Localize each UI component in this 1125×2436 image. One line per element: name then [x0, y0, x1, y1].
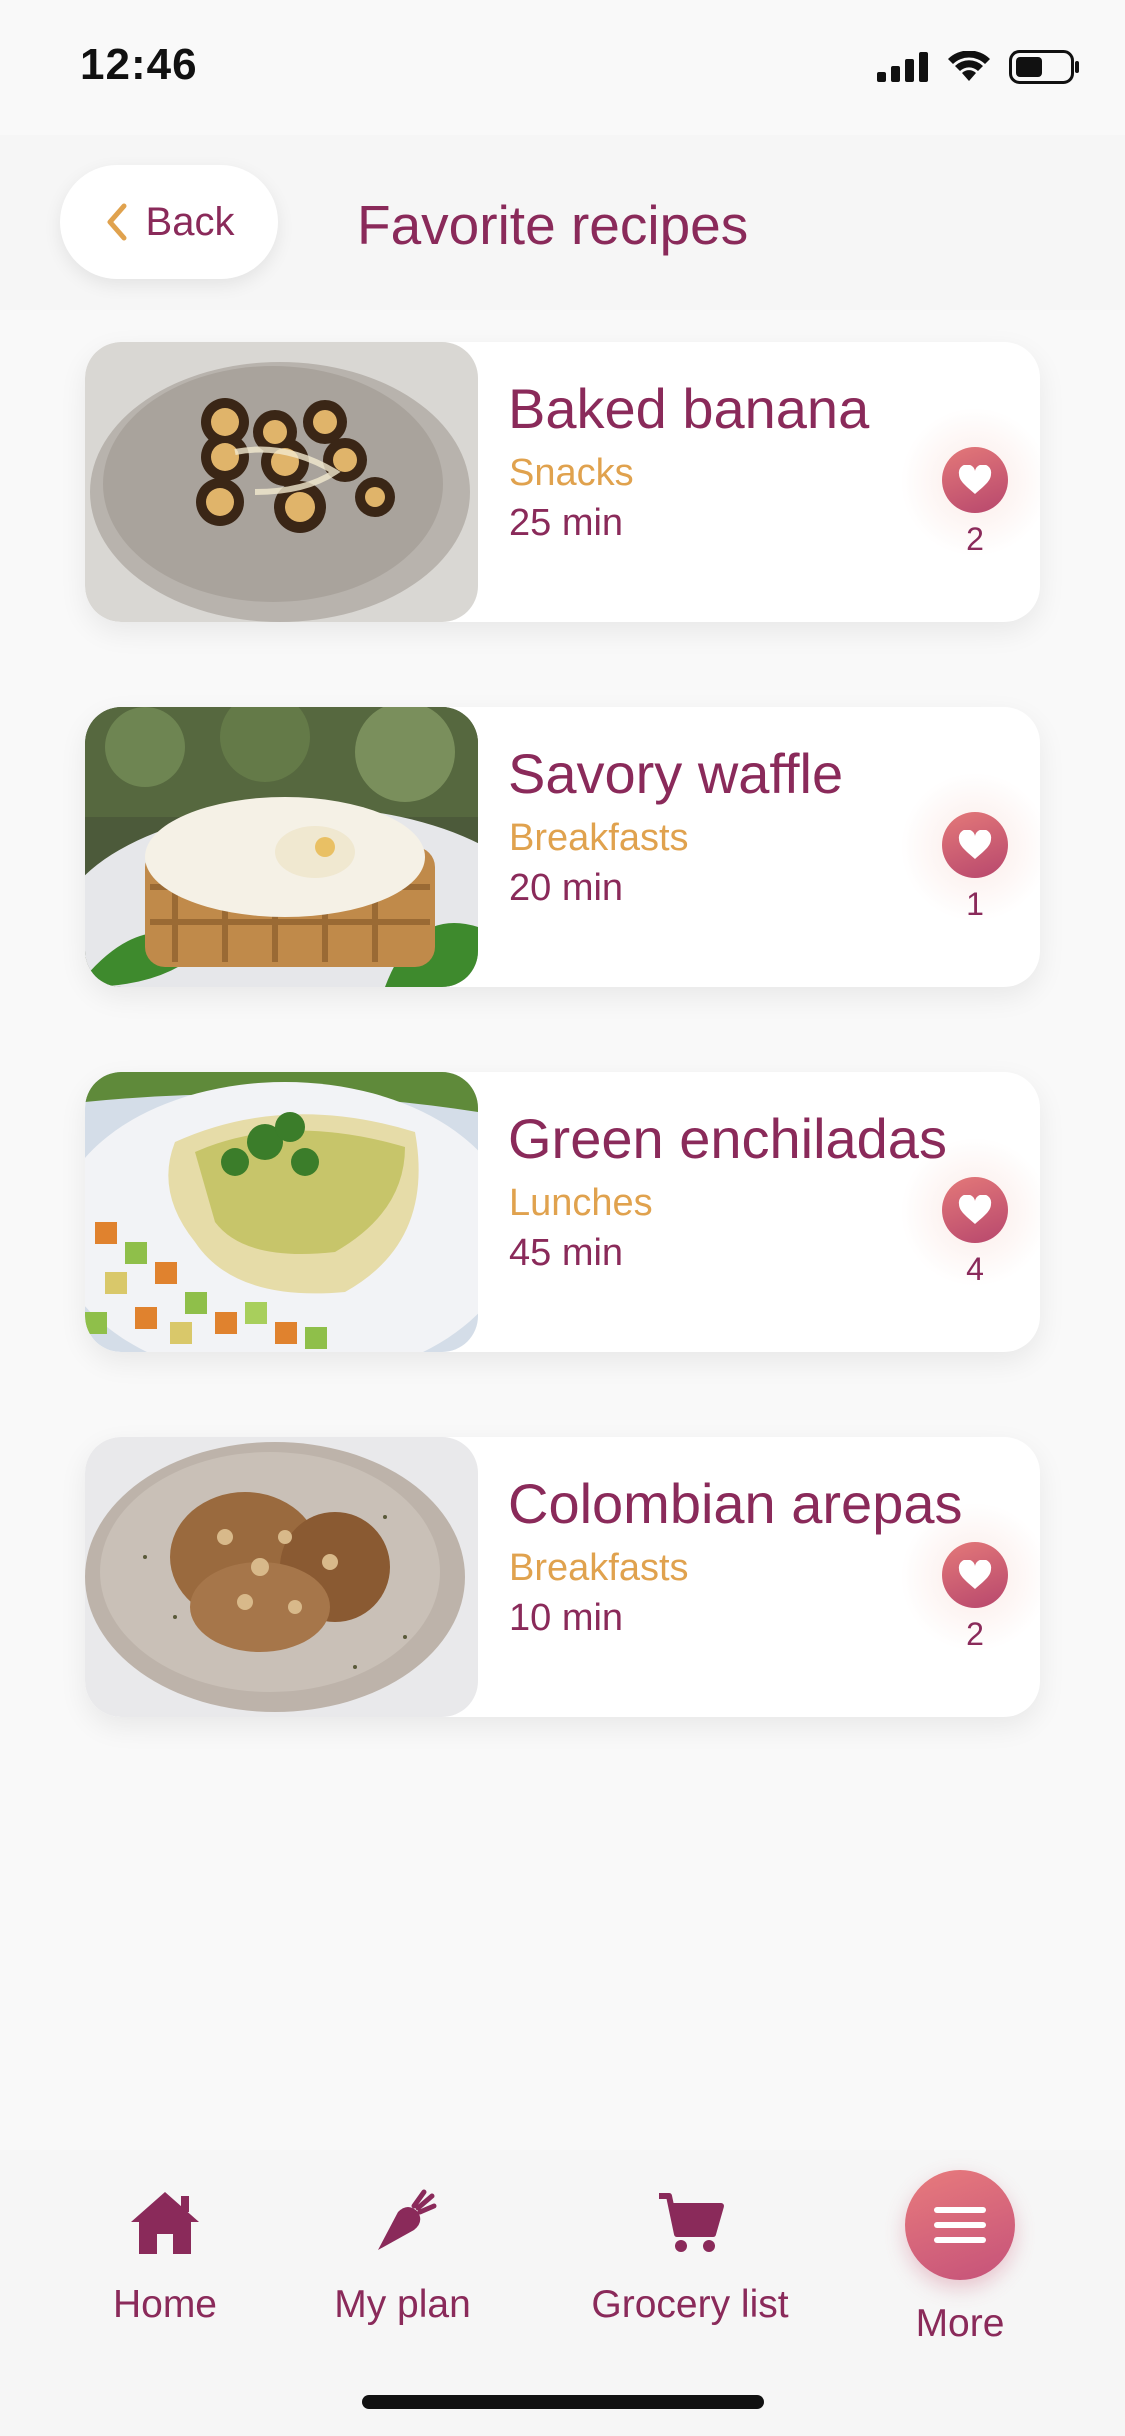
- tab-label: More: [915, 2302, 1005, 2345]
- recipe-image-green-enchiladas: [85, 1072, 478, 1352]
- favorite-count: 2: [966, 1616, 984, 1652]
- battery-icon: [1009, 50, 1079, 84]
- cellular-signal-icon: [877, 52, 928, 82]
- favorite-control[interactable]: 2: [900, 1502, 1040, 1653]
- favorite-control[interactable]: 1: [900, 772, 1040, 923]
- page-title: Favorite recipes: [357, 194, 749, 256]
- favorite-count: 4: [966, 1251, 984, 1287]
- recipe-title: Baked banana: [508, 377, 870, 440]
- home-indicator: [362, 2395, 764, 2409]
- back-label: Back: [145, 199, 235, 244]
- tab-label: Home: [112, 2283, 218, 2326]
- recipe-category: Breakfasts: [509, 1547, 689, 1589]
- recipe-category: Breakfasts: [509, 817, 689, 859]
- tab-grocery-list[interactable]: Grocery list: [580, 2188, 800, 2327]
- heart-icon[interactable]: [942, 1177, 1008, 1243]
- recipe-title: Savory waffle: [508, 742, 844, 805]
- recipe-time: 25 min: [509, 502, 624, 544]
- carrot-icon: [377, 2189, 436, 2250]
- status-bar: 12:46: [0, 0, 1125, 135]
- recipe-title: Green enchiladas: [508, 1107, 947, 1170]
- wifi-icon: [948, 51, 990, 81]
- header: Back Favorite recipes: [0, 135, 1125, 310]
- tab-my-plan[interactable]: My plan: [320, 2188, 485, 2327]
- tab-bar: Home My plan Grocery list More: [0, 2150, 1125, 2436]
- chevron-left-icon: [107, 203, 127, 241]
- cart-icon: [659, 2193, 724, 2252]
- status-time: 12:46: [80, 40, 198, 89]
- favorite-count: 1: [966, 886, 984, 922]
- recipe-card-savory-waffle[interactable]: Savory waffle Breakfasts 20 min 1: [85, 707, 1040, 987]
- recipe-image-colombian-arepas: [85, 1437, 478, 1717]
- favorite-control[interactable]: 2: [900, 407, 1040, 558]
- heart-icon[interactable]: [942, 447, 1008, 513]
- recipe-image-baked-banana: [85, 342, 478, 622]
- heart-icon[interactable]: [942, 812, 1008, 878]
- tab-more[interactable]: More: [900, 2170, 1020, 2346]
- recipe-category: Snacks: [509, 452, 634, 494]
- recipe-category: Lunches: [509, 1182, 653, 1224]
- recipe-card-green-enchiladas[interactable]: Green enchiladas Lunches 45 min 4: [85, 1072, 1040, 1352]
- recipe-card-colombian-arepas[interactable]: Colombian arepas Breakfasts 10 min 2: [85, 1437, 1040, 1717]
- home-icon: [131, 2192, 199, 2254]
- favorite-control[interactable]: 4: [900, 1137, 1040, 1288]
- tab-label: Grocery list: [591, 2283, 789, 2326]
- recipe-time: 45 min: [509, 1232, 624, 1274]
- recipe-image-savory-waffle: [85, 707, 478, 987]
- favorite-count: 2: [966, 521, 984, 557]
- tab-home[interactable]: Home: [95, 2188, 235, 2327]
- recipe-title: Colombian arepas: [508, 1472, 963, 1535]
- recipe-time: 10 min: [509, 1597, 624, 1639]
- recipe-time: 20 min: [509, 867, 624, 909]
- menu-icon: [905, 2170, 1015, 2280]
- heart-icon[interactable]: [942, 1542, 1008, 1608]
- tab-label: My plan: [334, 2283, 471, 2326]
- back-button[interactable]: Back: [60, 165, 278, 279]
- recipe-card-baked-banana[interactable]: Baked banana Snacks 25 min 2: [85, 342, 1040, 622]
- status-icons: [877, 50, 1081, 84]
